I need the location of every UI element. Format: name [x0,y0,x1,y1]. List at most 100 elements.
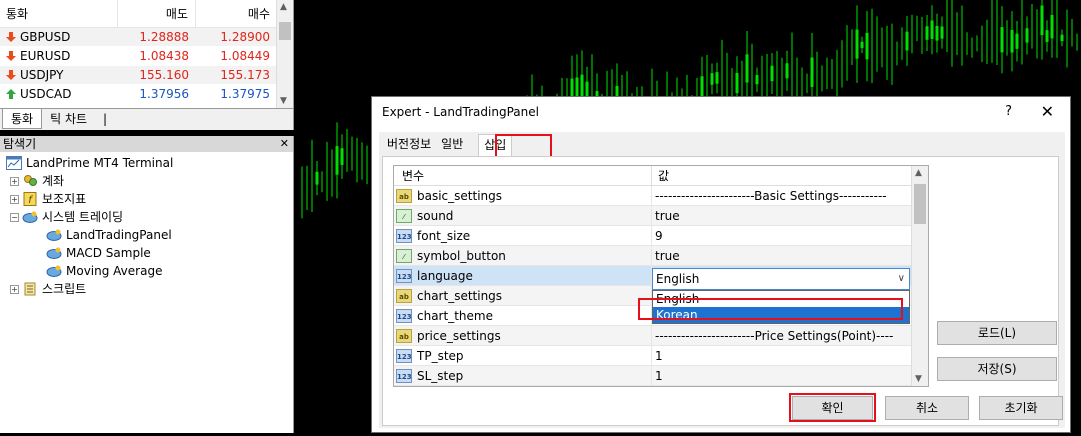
market-row-eurusd[interactable]: EURUSD 1.08438 1.08449 [0,47,293,66]
input-value[interactable]: 1 [652,366,907,385]
market-watch-scrollbar[interactable]: ▲ ▼ [276,0,293,108]
save-button[interactable]: 저장(S) [937,357,1057,381]
symbol-column-header[interactable]: 통화 [0,0,118,27]
scripts-icon [24,282,36,296]
help-icon[interactable]: ? [1005,97,1012,127]
market-row-gbpusd[interactable]: GBPUSD 1.28888 1.28900 [0,28,293,47]
tree-item-moving-average[interactable]: Moving Average [46,262,162,280]
tree-item-landtradingpanel[interactable]: LandTradingPanel [46,226,172,244]
ask-price: 155.173 [196,66,276,84]
dialog-title: Expert - LandTradingPanel [382,105,539,119]
symbol-name: USDCAD [20,86,72,101]
candle-body [335,146,339,175]
candle-body [1010,29,1014,53]
dropdown-option-english[interactable]: English [653,291,909,307]
input-row-font-size[interactable]: 123 font_size 9 [394,226,928,246]
navigator-title-bar: 탐색기 ✕ [0,136,293,152]
tree-item-label: Moving Average [66,264,163,278]
bid-price: 155.160 [118,66,196,84]
input-row-tp-step[interactable]: 123 TP_step 1 [394,346,928,366]
close-icon[interactable]: ✕ [280,136,289,152]
indicators-icon: f [23,192,37,206]
tab-symbols[interactable]: 통화 [2,109,43,129]
price-up-icon [6,89,16,99]
input-value[interactable]: true [652,246,907,265]
tree-item-experts[interactable]: − 시스템 트레이딩 [10,208,123,226]
ask-column-header[interactable]: 매수 [196,0,276,27]
tab-about[interactable]: 버전정보 [382,134,436,156]
tab-common[interactable]: 일반 [436,134,468,156]
bool-type-icon: ⁄ [396,208,412,223]
input-row-basic-settings[interactable]: ab basic_settings -----------------------… [394,186,928,206]
scroll-up-icon[interactable]: ▲ [280,2,287,12]
close-icon[interactable]: ✕ [1041,97,1054,127]
cancel-button[interactable]: 취소 [885,396,969,420]
tree-item-indicators[interactable]: + f 보조지표 [10,190,86,208]
scroll-thumb[interactable] [279,22,291,40]
dialog-title-bar[interactable]: Expert - LandTradingPanel ? ✕ [372,97,1070,127]
market-row-usdcad[interactable]: USDCAD 1.37956 1.37975 [0,85,293,104]
expand-icon[interactable]: + [10,194,19,204]
ask-price: 1.08449 [196,47,276,65]
candle-body [1045,30,1049,42]
tab-separator: | [103,112,108,126]
tree-item-scripts[interactable]: + 스크립트 [10,280,86,298]
input-value[interactable]: true [652,206,907,225]
ask-price: 1.28900 [196,28,276,46]
input-name: language [417,268,473,283]
candle-body [745,54,749,83]
ok-button[interactable]: 확인 [792,396,873,420]
expand-icon[interactable]: + [10,284,19,294]
candle-body [735,72,739,94]
expert-advisor-icon [46,247,62,259]
input-value[interactable]: 9 [652,226,907,245]
tab-inputs[interactable]: 삽입 [478,134,513,156]
collapse-icon[interactable]: − [10,212,19,222]
value-column-header: 값 [658,169,670,183]
candle-body [315,171,319,185]
string-type-icon: ab [396,288,412,303]
accounts-icon [24,175,37,186]
dropdown-option-korean[interactable]: Korean [653,307,909,323]
expand-icon[interactable]: + [10,176,19,186]
language-combobox[interactable]: English ∨ [652,268,910,290]
market-row-usdjpy[interactable]: USDJPY 155.160 155.173 [0,66,293,85]
candle-body [810,57,814,87]
chevron-down-icon[interactable]: ∨ [898,269,905,289]
bid-price: 1.08438 [118,47,196,65]
input-value[interactable]: 1 [652,346,907,365]
candle-body [710,73,714,85]
terminal-icon [6,156,22,170]
tree-item-macd-sample[interactable]: MACD Sample [46,244,151,262]
dialog-body: 버전정보 일반 삽입 변수 값 ab basic_settings -------… [379,132,1065,428]
input-row-symbol-button[interactable]: ⁄ symbol_button true [394,246,928,266]
candle-body [855,29,859,59]
input-value[interactable]: -----------------------Basic Settings---… [652,186,907,205]
scroll-down-icon[interactable]: ▼ [280,96,287,106]
input-row-sound[interactable]: ⁄ sound true [394,206,928,226]
bid-price: 1.28888 [118,28,196,46]
candle-body [925,26,929,40]
grid-scrollbar[interactable]: ▲ ▼ [911,166,928,386]
candle-body [930,20,934,39]
inputs-panel: 변수 값 ab basic_settings ------------------… [382,156,1059,426]
input-row-sl-step[interactable]: 123 SL_step 1 [394,366,928,386]
candle-body [340,148,344,165]
bid-column-header[interactable]: 매도 [118,0,196,27]
load-button[interactable]: 로드(L) [937,321,1057,345]
scroll-up-icon[interactable]: ▲ [915,168,922,178]
scroll-down-icon[interactable]: ▼ [915,374,922,384]
input-value[interactable]: -----------------------Price Settings(Po… [652,326,907,345]
reset-button[interactable]: 초기화 [979,396,1063,420]
price-down-icon [6,32,16,42]
input-row-price-settings[interactable]: ab price_settings -----------------------… [394,326,928,346]
tree-root[interactable]: LandPrime MT4 Terminal [6,154,173,172]
scroll-thumb[interactable] [914,184,926,224]
candle-body [770,65,774,82]
candle-body [935,25,939,41]
ask-price: 1.37975 [196,85,276,103]
candle-body [1015,33,1019,49]
tab-tick-chart[interactable]: 틱 차트 [42,109,95,129]
grid-header: 변수 값 [394,166,928,186]
tree-item-accounts[interactable]: + 계좌 [10,172,64,190]
